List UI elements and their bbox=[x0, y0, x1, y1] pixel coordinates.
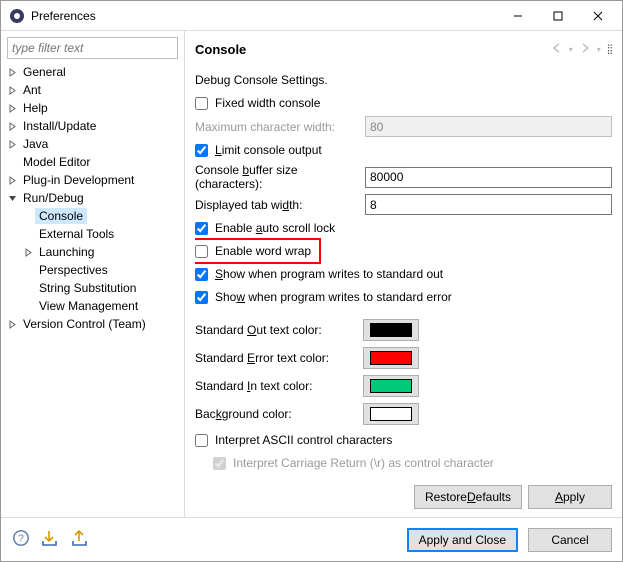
max-char-label: Maximum character width: bbox=[195, 120, 365, 134]
minimize-button[interactable] bbox=[498, 2, 538, 30]
tree-item-label: String Substitution bbox=[35, 280, 140, 296]
window-title: Preferences bbox=[31, 9, 498, 23]
auto-scroll-checkbox[interactable]: Enable auto scroll lock bbox=[195, 221, 335, 235]
tree-item-label: General bbox=[19, 64, 70, 80]
spacer bbox=[5, 155, 19, 169]
dropdown-icon[interactable]: ▾ bbox=[597, 45, 601, 54]
buffer-size-label: Console buffer size (characters): bbox=[195, 163, 365, 191]
chevron-right-icon[interactable] bbox=[21, 245, 35, 259]
tree-item[interactable]: External Tools bbox=[3, 225, 182, 243]
import-icon[interactable] bbox=[41, 529, 61, 550]
show-stderr-checkbox[interactable]: Show when program writes to standard err… bbox=[195, 290, 452, 304]
restore-defaults-button[interactable]: Restore Defaults bbox=[414, 485, 522, 509]
dropdown-icon[interactable]: ▾ bbox=[569, 45, 573, 54]
page-title: Console bbox=[195, 42, 551, 57]
chevron-right-icon[interactable] bbox=[5, 65, 19, 79]
app-icon bbox=[9, 8, 25, 24]
help-icon[interactable]: ? bbox=[11, 529, 31, 550]
chevron-right-icon[interactable] bbox=[5, 317, 19, 331]
close-button[interactable] bbox=[578, 2, 618, 30]
titlebar: Preferences bbox=[1, 1, 622, 31]
tree-item[interactable]: Run/Debug bbox=[3, 189, 182, 207]
limit-output-checkbox[interactable]: Limit console output bbox=[195, 143, 322, 157]
spacer bbox=[21, 299, 35, 313]
buffer-size-input[interactable] bbox=[365, 167, 612, 188]
stdout-color-label: Standard Out text color: bbox=[195, 323, 363, 337]
bg-color-button[interactable] bbox=[363, 403, 419, 425]
tree-item[interactable]: Model Editor bbox=[3, 153, 182, 171]
stdin-color-label: Standard In text color: bbox=[195, 379, 363, 393]
cr-ctrl-checkbox: Interpret Carriage Return (\r) as contro… bbox=[213, 456, 494, 470]
show-stdout-checkbox[interactable]: Show when program writes to standard out bbox=[195, 267, 443, 281]
stdout-color-button[interactable] bbox=[363, 319, 419, 341]
menu-icon[interactable]: ⁞⁞ bbox=[607, 42, 612, 57]
bg-color-label: Background color: bbox=[195, 407, 363, 421]
chevron-down-icon[interactable] bbox=[5, 191, 19, 205]
chevron-right-icon[interactable] bbox=[5, 119, 19, 133]
spacer bbox=[21, 227, 35, 241]
tree-item-label: Perspectives bbox=[35, 262, 112, 278]
tab-width-label: Displayed tab width: bbox=[195, 198, 365, 212]
tab-width-input[interactable] bbox=[365, 194, 612, 215]
export-icon[interactable] bbox=[71, 529, 91, 550]
chevron-right-icon[interactable] bbox=[5, 173, 19, 187]
tree-item[interactable]: General bbox=[3, 63, 182, 81]
max-char-input bbox=[365, 116, 612, 137]
tree-item[interactable]: Version Control (Team) bbox=[3, 315, 182, 333]
tree-item-label: Launching bbox=[35, 244, 98, 260]
tree-item-label: Ant bbox=[19, 82, 45, 98]
tree-item[interactable]: Install/Update bbox=[3, 117, 182, 135]
tree-item[interactable]: Help bbox=[3, 99, 182, 117]
stdin-color-button[interactable] bbox=[363, 375, 419, 397]
tree-item[interactable]: Plug-in Development bbox=[3, 171, 182, 189]
svg-text:?: ? bbox=[18, 534, 24, 545]
tree-item-label: Install/Update bbox=[19, 118, 100, 134]
tree-item-label: Version Control (Team) bbox=[19, 316, 150, 332]
word-wrap-checkbox[interactable]: Enable word wrap bbox=[195, 244, 311, 258]
page-nav: ▾ ▾ ⁞⁞ bbox=[551, 42, 612, 57]
tree-item-label: Run/Debug bbox=[19, 190, 88, 206]
tree-item-label: Java bbox=[19, 136, 52, 152]
apply-button[interactable]: Apply bbox=[528, 485, 612, 509]
tree-item-label: Plug-in Development bbox=[19, 172, 138, 188]
nav-forward-icon[interactable] bbox=[579, 42, 591, 57]
stderr-color-button[interactable] bbox=[363, 347, 419, 369]
tree-item-label: Help bbox=[19, 100, 52, 116]
nav-back-icon[interactable] bbox=[551, 42, 563, 57]
spacer bbox=[21, 281, 35, 295]
spacer bbox=[21, 209, 35, 223]
fixed-width-checkbox[interactable]: Fixed width console bbox=[195, 96, 320, 110]
tree-item[interactable]: Console bbox=[3, 207, 182, 225]
ascii-ctrl-checkbox[interactable]: Interpret ASCII control characters bbox=[195, 433, 392, 447]
stderr-color-label: Standard Error text color: bbox=[195, 351, 363, 365]
chevron-right-icon[interactable] bbox=[5, 137, 19, 151]
tree-item-label: View Management bbox=[35, 298, 142, 314]
tree-item-label: Model Editor bbox=[19, 154, 94, 170]
tree-item-label: Console bbox=[35, 208, 87, 224]
page-subtitle: Debug Console Settings. bbox=[195, 70, 612, 90]
tree-item[interactable]: Ant bbox=[3, 81, 182, 99]
filter-input[interactable] bbox=[7, 37, 178, 59]
tree-item[interactable]: Java bbox=[3, 135, 182, 153]
tree-item[interactable]: String Substitution bbox=[3, 279, 182, 297]
tree-item-label: External Tools bbox=[35, 226, 118, 242]
sidebar: General Ant Help Install/Update Java Model Ed… bbox=[1, 31, 185, 517]
chevron-right-icon[interactable] bbox=[5, 101, 19, 115]
tree-item[interactable]: Launching bbox=[3, 243, 182, 261]
spacer bbox=[21, 263, 35, 277]
preferences-tree[interactable]: General Ant Help Install/Update Java Model Ed… bbox=[3, 63, 182, 513]
chevron-right-icon[interactable] bbox=[5, 83, 19, 97]
cancel-button[interactable]: Cancel bbox=[528, 528, 612, 552]
maximize-button[interactable] bbox=[538, 2, 578, 30]
tree-item[interactable]: View Management bbox=[3, 297, 182, 315]
apply-and-close-button[interactable]: Apply and Close bbox=[407, 528, 518, 552]
tree-item[interactable]: Perspectives bbox=[3, 261, 182, 279]
